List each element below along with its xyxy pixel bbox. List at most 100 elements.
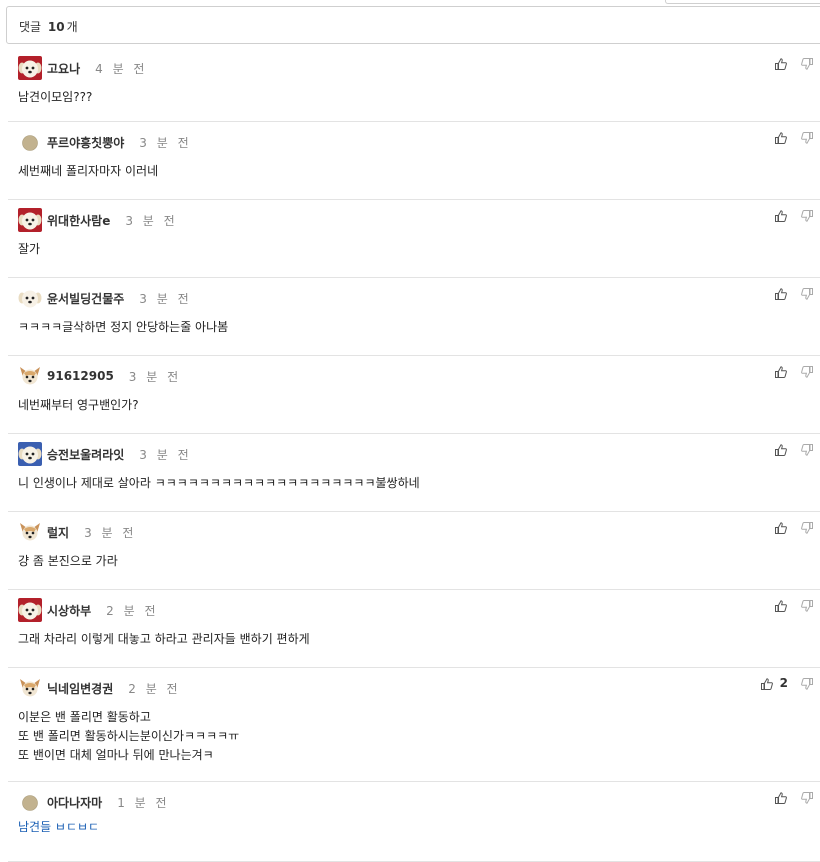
timestamp: 2 분 전	[128, 681, 181, 696]
nickname[interactable]: 91612905	[47, 369, 114, 383]
timestamp: 3 분 전	[128, 369, 182, 384]
nickname[interactable]: 승전보울려라잇	[47, 446, 124, 463]
comment-text-line: 그래 차라리 이렇게 대놓고 하라고 관리자들 밴하기 편하게	[18, 632, 310, 646]
comment-item: 91612905 3 분 전네번째부터 영구밴인가?	[8, 356, 820, 434]
nickname[interactable]: 윤서빌딩건물주	[47, 290, 124, 307]
comment-body: ㅋㅋㅋㅋ글삭하면 정지 안당하는줄 아나봄	[18, 318, 228, 337]
comment-item: 고요나 4 분 전 남견이모임???	[8, 48, 820, 122]
comment-meta: 럴지 3 분 전	[18, 520, 136, 544]
thumbs-up-icon[interactable]	[774, 442, 788, 456]
nickname[interactable]: 시상하부	[47, 602, 91, 619]
comment-text-line: 니 인생이나 제대로 살아라 ㅋㅋㅋㅋㅋㅋㅋㅋㅋㅋㅋㅋㅋㅋㅋㅋㅋㅋㅋㅋ불쌍하네	[18, 476, 420, 490]
comment-meta: 아다나자마 1 분 전	[18, 790, 170, 814]
nickname[interactable]: 닉네임변경권	[47, 680, 113, 697]
avatar[interactable]	[18, 598, 42, 622]
comment-item: 닉네임변경권 2 분 전이분은 밴 폴리면 활동하고 또 밴 폴리면 활동하시는분이…	[8, 668, 820, 782]
comment-body: 이분은 밴 폴리면 활동하고 또 밴 폴리면 활동하시는분이신가ㅋㅋㅋㅋㅠ 또 밴이…	[18, 708, 239, 765]
avatar[interactable]	[18, 442, 42, 466]
thumbs-down-icon[interactable]	[800, 208, 814, 222]
comment-list: 고요나 4 분 전 남견이모임??? 푸르야흥칫뿡야 3 분 전 세번째네 폴리자마자 이…	[8, 48, 820, 862]
comment-count-value: 10	[47, 20, 65, 34]
comment-meta: 윤서빌딩건물주 3 분 전	[18, 286, 192, 310]
comment-item: 승전보울려라잇 3 분 전니 인생이나 제대로 살아라 ㅋㅋㅋㅋㅋㅋㅋㅋㅋㅋㅋㅋㅋ…	[8, 434, 820, 512]
timestamp: 3 분 전	[84, 525, 137, 540]
avatar[interactable]	[18, 790, 42, 814]
timestamp: 1 분 전	[117, 795, 170, 810]
comment-count-label: 댓글	[19, 20, 42, 34]
timestamp: 2 분 전	[106, 603, 159, 618]
comment-item: 위대한사람e 3 분 전잘가	[8, 200, 820, 278]
thumbs-up-icon[interactable]	[774, 130, 788, 144]
comment-item: 푸르야흥칫뿡야 3 분 전세번째네 폴리자마자 이러네	[8, 122, 820, 200]
nickname[interactable]: 고요나	[47, 60, 80, 77]
avatar[interactable]	[18, 130, 42, 154]
nickname[interactable]: 럴지	[47, 524, 69, 541]
comment-text-line: 잘가	[18, 242, 41, 256]
comment-meta: 시상하부 2 분 전	[18, 598, 159, 622]
thumbs-down-icon[interactable]	[800, 286, 814, 300]
comment-text-line: 남견이모임???	[18, 90, 93, 104]
thumbs-down-icon[interactable]	[800, 56, 814, 70]
vote-controls	[774, 208, 814, 222]
avatar[interactable]	[18, 56, 42, 80]
thumbs-up-icon[interactable]	[774, 790, 788, 804]
thumbs-up-icon[interactable]	[774, 598, 788, 612]
vote-controls	[774, 56, 814, 70]
thumbs-up-icon[interactable]	[774, 208, 788, 222]
avatar[interactable]	[18, 286, 42, 310]
thumbs-down-icon[interactable]	[800, 676, 814, 690]
comment-body: 니 인생이나 제대로 살아라 ㅋㅋㅋㅋㅋㅋㅋㅋㅋㅋㅋㅋㅋㅋㅋㅋㅋㅋㅋㅋ불쌍하네	[18, 474, 420, 493]
nickname[interactable]: 아다나자마	[47, 794, 102, 811]
vote-controls	[774, 598, 814, 612]
comment-body: 세번째네 폴리자마자 이러네	[18, 162, 158, 181]
comment-item: 아다나자마 1 분 전남견들 ㅂㄷㅂㄷ	[8, 782, 820, 862]
thumbs-down-icon[interactable]	[800, 520, 814, 534]
vote-controls	[774, 130, 814, 144]
thumbs-up-icon[interactable]	[774, 364, 788, 378]
like-count: 2	[779, 676, 788, 690]
comment-body: 남견이모임???	[18, 88, 92, 107]
comment-meta: 승전보울려라잇 3 분 전	[18, 442, 192, 466]
avatar[interactable]	[18, 364, 42, 388]
vote-controls	[774, 520, 814, 534]
comment-meta: 푸르야흥칫뿡야 3 분 전	[18, 130, 192, 154]
timestamp: 3 분 전	[139, 447, 192, 462]
thumbs-down-icon[interactable]	[800, 790, 814, 804]
avatar[interactable]	[18, 520, 42, 544]
comment-meta: 91612905 3 분 전	[18, 364, 181, 388]
comment-header: 댓글 10 개	[6, 6, 820, 44]
comment-meta: 고요나 4 분 전	[18, 56, 147, 80]
comment-item: 럴지 3 분 전걍 좀 본진으로 가라	[8, 512, 820, 590]
thumbs-down-icon[interactable]	[800, 598, 814, 612]
comment-body: 네번째부터 영구밴인가?	[18, 396, 139, 415]
comment-text-line: 남견들 ㅂㄷㅂㄷ	[18, 820, 100, 834]
thumbs-down-icon[interactable]	[800, 442, 814, 456]
vote-controls	[774, 286, 814, 300]
vote-controls	[774, 364, 814, 378]
timestamp: 3 분 전	[139, 291, 192, 306]
thumbs-up-icon[interactable]	[774, 520, 788, 534]
vote-controls	[774, 790, 814, 804]
comment-body: 걍 좀 본진으로 가라	[18, 552, 118, 571]
top-tab-edge	[665, 0, 820, 4]
thumbs-up-icon[interactable]	[760, 676, 774, 690]
comment-count-unit: 개	[66, 20, 78, 34]
comment-body: 잘가	[18, 240, 40, 259]
nickname[interactable]: 푸르야흥칫뿡야	[47, 134, 124, 151]
comment-body[interactable]: 남견들 ㅂㄷㅂㄷ	[18, 818, 99, 837]
timestamp: 3 분 전	[139, 135, 192, 150]
comment-meta: 닉네임변경권 2 분 전	[18, 676, 181, 700]
thumbs-up-icon[interactable]	[774, 56, 788, 70]
vote-controls: 2	[760, 676, 814, 690]
thumbs-down-icon[interactable]	[800, 130, 814, 144]
comment-text-line: 네번째부터 영구밴인가?	[18, 398, 139, 412]
thumbs-up-icon[interactable]	[774, 286, 788, 300]
timestamp: 3 분 전	[125, 213, 178, 228]
thumbs-down-icon[interactable]	[800, 364, 814, 378]
avatar[interactable]	[18, 676, 42, 700]
avatar[interactable]	[18, 208, 42, 232]
comment-count-title: 댓글 10 개	[19, 18, 78, 35]
nickname[interactable]: 위대한사람e	[47, 212, 110, 229]
timestamp: 4 분 전	[95, 61, 148, 76]
comment-text-line: 세번째네 폴리자마자 이러네	[18, 164, 159, 178]
